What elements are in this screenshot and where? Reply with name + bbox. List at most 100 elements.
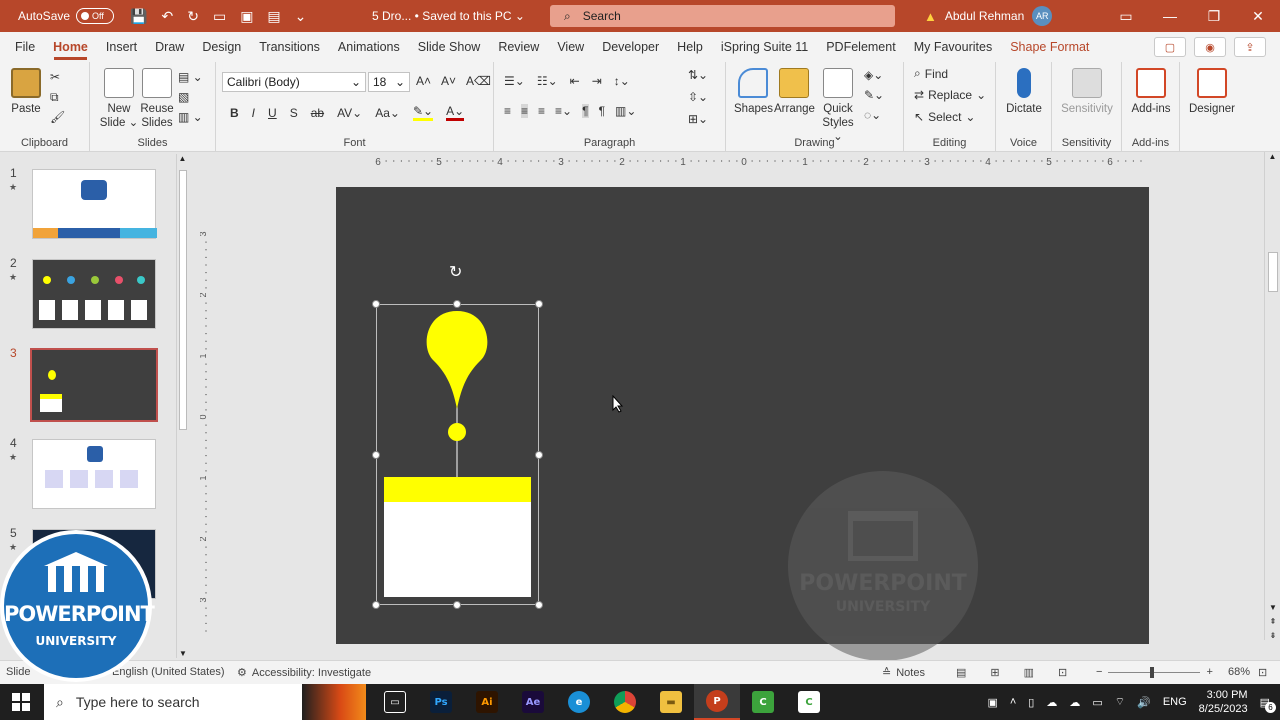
editor-scrollbar[interactable]: ▲ ▼ ⇞ ⇟ xyxy=(1264,152,1280,640)
bullets-icon[interactable]: ☰⌄ xyxy=(504,74,525,88)
tab-file[interactable]: File xyxy=(6,32,44,62)
undo-icon[interactable]: ↶ xyxy=(161,8,173,25)
increase-indent-icon[interactable]: ⇥ xyxy=(592,74,602,88)
user-account[interactable]: ▲ Abdul Rehman AR xyxy=(924,6,1053,26)
photoshop-icon[interactable]: Ps xyxy=(418,684,464,720)
selection-box[interactable] xyxy=(376,304,539,605)
powerpoint-icon[interactable]: P xyxy=(694,684,740,720)
smartart-icon[interactable]: ⊞⌄ xyxy=(688,112,708,126)
quick-styles-button[interactable]: Quick Styles ⌄ xyxy=(818,68,858,144)
align-text-icon[interactable]: ⇳⌄ xyxy=(688,90,708,104)
taskbar-search[interactable]: ⌕ Type here to search xyxy=(44,684,302,720)
tab-animations[interactable]: Animations xyxy=(329,32,409,62)
file-explorer-icon[interactable]: ▬ xyxy=(648,684,694,720)
slideshow-icon[interactable]: ⊡ xyxy=(1058,666,1067,679)
columns-icon[interactable]: ▥⌄ xyxy=(615,104,636,118)
tab-home[interactable]: Home xyxy=(44,32,97,62)
resize-handle[interactable] xyxy=(535,601,543,609)
align-right-icon[interactable]: ≡ xyxy=(538,104,545,118)
resize-handle[interactable] xyxy=(535,451,543,459)
sensitivity-button[interactable]: Sensitivity xyxy=(1056,68,1118,116)
shapes-button[interactable]: Shapes xyxy=(734,68,773,116)
shape-fill-icon[interactable]: ◈⌄ xyxy=(864,68,883,82)
volume-icon[interactable]: 🔊 xyxy=(1137,696,1151,709)
align-center-icon[interactable]: ≡ xyxy=(521,104,529,118)
save-icon[interactable]: 💾 xyxy=(130,8,147,25)
tray-chevron-icon[interactable]: ˄ xyxy=(1010,696,1016,708)
replace-button[interactable]: ⇄ Replace ⌄ xyxy=(914,88,986,102)
resize-handle[interactable] xyxy=(372,451,380,459)
language-indicator[interactable]: English (United States) xyxy=(112,666,225,678)
tab-ispring[interactable]: iSpring Suite 11 xyxy=(712,32,817,62)
battery-icon[interactable]: ▯ xyxy=(1028,696,1034,709)
tab-my-favourites[interactable]: My Favourites xyxy=(905,32,1002,62)
tab-slide-show[interactable]: Slide Show xyxy=(409,32,490,62)
highlight-icon[interactable]: ✎⌄ xyxy=(412,104,434,121)
rtl-icon[interactable]: ¶ xyxy=(599,104,605,118)
customize-icon[interactable]: ⌄ xyxy=(295,8,307,25)
language-tray[interactable]: ENG xyxy=(1163,696,1187,708)
task-view-icon[interactable]: ▭ xyxy=(372,684,418,720)
tab-developer[interactable]: Developer xyxy=(593,32,668,62)
photo-icon[interactable]: ▣ xyxy=(240,8,253,25)
resize-handle[interactable] xyxy=(372,601,380,609)
rotate-handle-icon[interactable]: ↻ xyxy=(449,262,462,282)
font-name-select[interactable]: Calibri (Body) ⌄ xyxy=(222,72,366,92)
shape-effects-icon[interactable]: ◌⌄ xyxy=(864,108,881,122)
tab-pdfelement[interactable]: PDFelement xyxy=(817,32,904,62)
wifi-icon[interactable]: ⌔ xyxy=(1115,695,1125,709)
strikethrough-icon[interactable]: ab xyxy=(311,106,324,120)
reuse-slides-button[interactable]: Reuse Slides xyxy=(140,68,174,130)
edge-icon[interactable]: e xyxy=(556,684,602,720)
clear-format-icon[interactable]: A⌫ xyxy=(466,74,491,88)
underline-icon[interactable]: U xyxy=(268,106,277,120)
find-button[interactable]: ⌕ Find xyxy=(914,66,948,81)
illustrator-icon[interactable]: Ai xyxy=(464,684,510,720)
shape-outline-icon[interactable]: ✎⌄ xyxy=(864,88,884,102)
spacing-icon[interactable]: AV⌄ xyxy=(337,106,362,120)
present-icon[interactable]: ▭ xyxy=(213,8,226,25)
paste-button[interactable]: Paste xyxy=(8,68,44,116)
line-spacing-icon[interactable]: ↕⌄ xyxy=(614,74,630,88)
thumbnail-scrollbar[interactable]: ▲ ▼ xyxy=(176,154,188,658)
designer-button[interactable]: Designer xyxy=(1184,68,1240,116)
ltr-icon[interactable]: ¶ xyxy=(582,104,589,118)
comments-icon[interactable]: ▢ xyxy=(1154,37,1186,57)
record-icon[interactable]: ◉ xyxy=(1194,37,1226,57)
file-icon[interactable]: ▤ xyxy=(267,8,280,25)
change-case-icon[interactable]: Aa⌄ xyxy=(375,106,400,120)
slide-thumbnail-3[interactable] xyxy=(30,348,158,422)
autosave[interactable]: AutoSave Off xyxy=(18,8,115,24)
close-icon[interactable]: ✕ xyxy=(1236,0,1280,32)
tab-shape-format[interactable]: Shape Format xyxy=(1001,32,1098,62)
align-left-icon[interactable]: ≡ xyxy=(504,104,511,118)
document-title[interactable]: 5 Dro... • Saved to this PC ⌄ xyxy=(372,9,525,23)
tab-transitions[interactable]: Transitions xyxy=(250,32,329,62)
tab-draw[interactable]: Draw xyxy=(146,32,193,62)
grow-font-icon[interactable]: A˄ xyxy=(416,74,431,88)
notes-button[interactable]: ≙ Notes xyxy=(882,666,925,680)
slide-thumbnail-2[interactable] xyxy=(32,259,156,329)
camtasia-recorder-icon[interactable]: C xyxy=(786,684,832,720)
text-direction-icon[interactable]: ⇅⌄ xyxy=(688,68,708,82)
news-widget-icon[interactable]: ▣ xyxy=(987,696,997,709)
justify-icon[interactable]: ≡⌄ xyxy=(555,104,572,118)
section-icon[interactable]: ▥ ⌄ xyxy=(178,110,203,124)
fit-slide-icon[interactable]: ⊡ xyxy=(1258,666,1267,679)
new-slide-button[interactable]: New Slide ⌄ xyxy=(96,68,142,130)
reading-view-icon[interactable]: ▥ xyxy=(1024,666,1034,679)
copy-icon[interactable]: ⧉ xyxy=(50,90,59,105)
numbering-icon[interactable]: ☷⌄ xyxy=(537,74,558,88)
tab-view[interactable]: View xyxy=(548,32,593,62)
accessibility-button[interactable]: ⚙ Accessibility: Investigate xyxy=(237,666,371,680)
format-painter-icon[interactable]: 🖌 xyxy=(50,110,65,124)
tab-help[interactable]: Help xyxy=(668,32,712,62)
cut-icon[interactable]: ✂ xyxy=(50,70,60,84)
select-button[interactable]: ↖ Select ⌄ xyxy=(914,110,975,124)
bold-icon[interactable]: B xyxy=(230,106,239,120)
resize-handle[interactable] xyxy=(453,601,461,609)
clock[interactable]: 3:00 PM 8/25/2023 xyxy=(1199,688,1248,716)
font-color-icon[interactable]: A⌄ xyxy=(446,104,465,121)
normal-view-icon[interactable]: ▤ xyxy=(956,666,966,679)
avatar[interactable]: AR xyxy=(1032,6,1053,26)
